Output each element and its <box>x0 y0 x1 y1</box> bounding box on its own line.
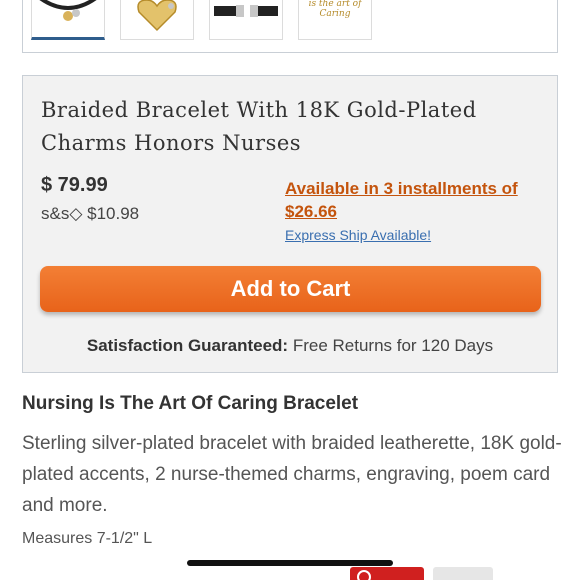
description-title: Nursing Is The Art Of Caring Bracelet <box>22 393 359 414</box>
thumbnail-heart-charm[interactable] <box>120 0 194 40</box>
pinterest-save-button[interactable] <box>350 567 424 580</box>
heart-charm-image <box>137 0 177 32</box>
guarantee-text: Free Returns for 120 Days <box>288 336 494 355</box>
product-title: Braided Bracelet With 18K Gold-Plated Ch… <box>41 98 477 155</box>
add-to-cart-button[interactable]: Add to Cart <box>40 266 541 312</box>
installments-link[interactable]: Available in 3 installments of $26.66 <box>285 177 525 223</box>
quantity-field[interactable] <box>433 567 493 580</box>
guarantee-label: Satisfaction Guaranteed: <box>86 336 289 355</box>
clasp-image <box>214 5 278 17</box>
satisfaction-guarantee: Satisfaction Guaranteed: Free Returns fo… <box>23 336 557 356</box>
thumbnail-leather-clasp[interactable] <box>209 0 283 40</box>
product-panel: Braided Bracelet With 18K Gold-Plated Ch… <box>22 75 558 373</box>
express-ship-link[interactable]: Express Ship Available! <box>285 227 431 243</box>
thumbnail-strip: is the art of Caring <box>22 0 558 53</box>
thumbnail-bracelet-full[interactable] <box>31 0 105 40</box>
shipping-cost: s&s◇ $10.98 <box>41 204 140 223</box>
thumbnail-poem-card[interactable]: is the art of Caring <box>298 0 372 40</box>
measurements: Measures 7-1/2" L <box>22 530 153 547</box>
home-indicator <box>187 560 393 566</box>
poem-card-text: is the art of Caring <box>308 0 362 19</box>
pinterest-icon <box>357 570 371 580</box>
product-price: $ 79.99 <box>41 174 108 196</box>
bracelet-image <box>39 0 97 21</box>
description-body: Sterling silver-plated bracelet with bra… <box>22 433 562 516</box>
